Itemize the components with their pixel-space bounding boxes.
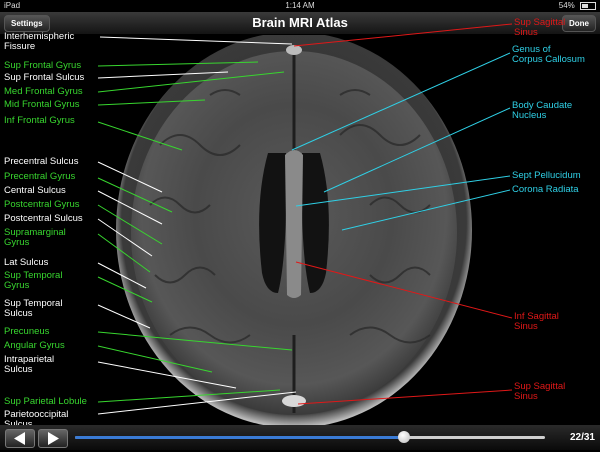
label-postcentral-gyrus: Postcentral Gyrus xyxy=(4,199,80,210)
pointer-interhemispheric-fissure xyxy=(99,36,293,45)
label-sup-temporal-sulcus: Sup Temporal Sulcus xyxy=(4,298,63,319)
pointer-angular-gyrus xyxy=(97,345,213,373)
label-postcentral-sulcus: Postcentral Sulcus xyxy=(4,213,83,224)
pointer-intraparietal-sulcus xyxy=(97,361,237,389)
label-precuneus: Precuneus xyxy=(4,326,50,337)
pointer-med-frontal-gyrus xyxy=(97,71,285,93)
pointer-sept-pellucidum xyxy=(295,175,511,207)
pointer-sup-temporal-gyrus xyxy=(97,276,153,303)
next-button[interactable] xyxy=(38,429,68,448)
pointer-postcentral-gyrus xyxy=(97,204,163,245)
pointer-supramarginal-gyrus xyxy=(97,233,151,273)
label-sup-frontal-gyrus: Sup Frontal Gyrus xyxy=(4,60,82,71)
pointer-sup-temporal-sulcus xyxy=(97,304,151,329)
pointer-inf-sagittal-sinus xyxy=(295,261,513,319)
pointer-sup-frontal-gyrus xyxy=(97,61,259,67)
label-body-caudate-nucleus: Body Caudate Nucleus xyxy=(512,100,573,121)
page-counter: 22/31 xyxy=(569,432,595,443)
pointer-postcentral-sulcus xyxy=(97,218,153,257)
pointer-sup-sagittal-sinus-bottom xyxy=(297,389,513,405)
pointer-inf-frontal-gyrus xyxy=(97,121,183,151)
label-sup-sagittal-sinus-bottom: Sup Sagittal Sinus xyxy=(514,381,566,402)
pointer-sup-sagittal-sinus-top xyxy=(293,23,513,47)
label-interhemispheric-fissure: Interhemispheric Fissure xyxy=(4,31,75,52)
previous-button[interactable] xyxy=(5,429,35,448)
pointer-mid-frontal-gyrus xyxy=(97,99,206,106)
label-lat-sulcus: Lat Sulcus xyxy=(4,257,49,268)
label-inf-sagittal-sinus: Inf Sagittal Sinus xyxy=(514,311,559,332)
label-mid-frontal-gyrus: Mid Frontal Gyrus xyxy=(4,99,80,110)
slider-fill xyxy=(75,436,404,439)
pointer-sup-frontal-sulcus xyxy=(97,71,229,79)
label-angular-gyrus: Angular Gyrus xyxy=(4,340,65,351)
label-precentral-sulcus: Precentral Sulcus xyxy=(4,156,79,167)
pointer-lines xyxy=(97,23,513,415)
label-sup-frontal-sulcus: Sup Frontal Sulcus xyxy=(4,72,85,83)
label-genus-corpus-callosum: Genus of Corpus Callosum xyxy=(512,44,585,65)
pointer-body-caudate-nucleus xyxy=(323,107,511,193)
pointer-precentral-sulcus xyxy=(97,161,163,193)
label-inf-frontal-gyrus: Inf Frontal Gyrus xyxy=(4,115,75,126)
pointer-lat-sulcus xyxy=(97,262,147,289)
label-supramarginal-gyrus: Supramarginal Gyrus xyxy=(4,227,66,248)
left-arrow-icon xyxy=(14,432,25,445)
slider-thumb[interactable] xyxy=(398,431,410,443)
label-sept-pellucidum: Sept Pellucidum xyxy=(512,170,581,181)
label-intraparietal-sulcus: Intraparietal Sulcus xyxy=(4,354,55,375)
label-sup-sagittal-sinus-top: Sup Sagittal Sinus xyxy=(514,17,566,38)
pointer-precentral-gyrus xyxy=(97,177,173,213)
label-central-sulcus: Central Sulcus xyxy=(4,185,66,196)
page-slider[interactable] xyxy=(75,431,545,443)
label-precentral-gyrus: Precentral Gyrus xyxy=(4,171,76,182)
label-corona-radiata: Corona Radiata xyxy=(512,184,579,195)
right-arrow-icon xyxy=(48,432,59,445)
label-sup-parietal-lobule: Sup Parietal Lobule xyxy=(4,396,87,407)
label-sup-temporal-gyrus: Sup Temporal Gyrus xyxy=(4,270,63,291)
bottom-toolbar: 22/31 xyxy=(0,425,600,450)
pointer-central-sulcus xyxy=(97,190,163,225)
pointer-precuneus xyxy=(97,331,293,351)
pointer-genus-corpus-callosum xyxy=(291,52,511,151)
pointer-sup-parietal-lobule xyxy=(97,389,281,403)
label-med-frontal-gyrus: Med Frontal Gyrus xyxy=(4,86,83,97)
